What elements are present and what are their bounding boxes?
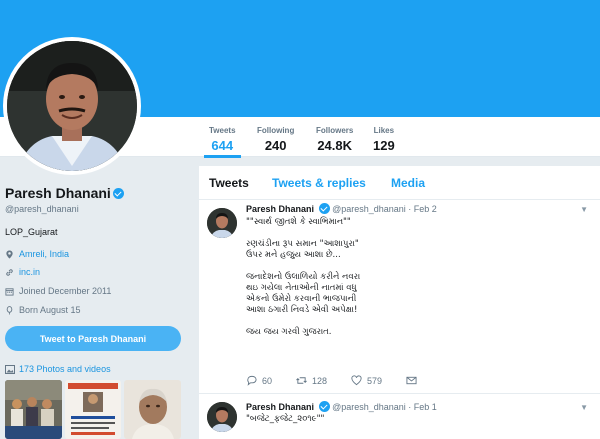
stat-label: Followers (316, 126, 354, 135)
stat-value: 644 (211, 138, 234, 153)
tweet-avatar[interactable] (207, 402, 237, 432)
media-image (124, 380, 181, 439)
profile-name[interactable]: Paresh Dhanani (5, 185, 124, 201)
verified-icon (318, 203, 330, 215)
like-action[interactable]: 579 (351, 375, 382, 386)
tweet-author-name[interactable]: Paresh Dhanani (246, 204, 314, 214)
stat-followers[interactable]: Followers 24.8K (316, 126, 353, 153)
dm-action[interactable] (406, 375, 417, 386)
calendar-icon (5, 287, 14, 296)
tweet-avatar[interactable] (207, 208, 237, 238)
tweet-author-name[interactable]: Paresh Dhanani (246, 402, 314, 412)
tab-tweets-and-replies[interactable]: Tweets & replies (272, 176, 366, 190)
tweet-header: Paresh Dhanani @paresh_dhanani · Feb 2 (246, 203, 437, 215)
stat-value: 129 (373, 138, 395, 153)
tweet-date[interactable]: · Feb 2 (408, 204, 437, 214)
reply-count: 60 (262, 375, 273, 386)
joined-text: Joined December 2011 (19, 286, 112, 296)
reply-icon (247, 375, 257, 386)
photos-videos-link[interactable]: 173 Photos and videos (5, 364, 111, 374)
media-thumbnail[interactable] (65, 380, 121, 439)
retweet-action[interactable]: 128 (296, 375, 327, 386)
tweet-author-handle[interactable]: @paresh_dhanani (332, 402, 406, 412)
profile-name-text: Paresh Dhanani (5, 185, 111, 201)
stat-following[interactable]: Following 240 (257, 126, 294, 153)
tweet-item[interactable]: Paresh Dhanani @paresh_dhanani · Feb 2 ▼… (199, 200, 600, 394)
profile-joined: Joined December 2011 (5, 286, 111, 296)
profile-location: Amreli, India (5, 249, 69, 259)
location-icon (6, 249, 13, 259)
born-text: Born August 15 (19, 305, 81, 315)
reply-action[interactable]: 60 (246, 375, 272, 386)
retweet-icon (296, 377, 307, 384)
tweet-to-button[interactable]: Tweet to Paresh Dhanani (5, 326, 181, 351)
balloon-icon (6, 305, 13, 315)
tweet-actions: 60 128 579 (246, 375, 441, 386)
stat-label: Following (257, 126, 295, 135)
website-link[interactable]: inc.in (19, 267, 40, 277)
like-count: 579 (367, 375, 383, 386)
verified-icon (112, 187, 124, 199)
photos-videos-text: 173 Photos and videos (19, 364, 111, 374)
verified-icon (318, 401, 330, 413)
stat-label: Tweets (209, 126, 236, 135)
media-thumbnail[interactable] (124, 380, 181, 439)
location-link[interactable]: Amreli, India (19, 249, 69, 259)
retweet-count: 128 (312, 375, 328, 386)
tweet-date[interactable]: · Feb 1 (408, 402, 437, 412)
caret-down-icon[interactable]: ▼ (580, 403, 588, 412)
dm-icon (406, 376, 417, 385)
timeline: Tweets Tweets & replies Media Paresh Dha… (199, 166, 600, 439)
profile-handle: @paresh_dhanani (5, 204, 79, 214)
caret-down-icon[interactable]: ▼ (580, 205, 588, 214)
avatar-image (7, 41, 137, 171)
tweet-author-handle[interactable]: @paresh_dhanani (332, 204, 406, 214)
stat-label: Likes (373, 126, 395, 135)
tab-tweets[interactable]: Tweets (209, 176, 249, 190)
tweet-item[interactable]: Paresh Dhanani @paresh_dhanani · Feb 1 ▼… (199, 394, 600, 439)
timeline-tabs: Tweets Tweets & replies Media (199, 166, 600, 200)
tweet-text: ""સ્વાર્થ જીતશે કે સ્વાભિમાન"" રણચંડીના … (246, 217, 361, 337)
stat-likes[interactable]: Likes 129 (373, 126, 395, 153)
tweet-text: "બજેટ_ફજેટ_૨૦૧૯"" (246, 414, 325, 424)
profile-website: inc.in (5, 267, 40, 277)
profile-bio: LOP_Gujarat (5, 227, 58, 237)
stat-tweets[interactable]: Tweets 644 (204, 126, 240, 158)
tweet-header: Paresh Dhanani @paresh_dhanani · Feb 1 (246, 401, 437, 413)
profile-avatar[interactable] (3, 37, 141, 175)
like-icon (351, 375, 362, 386)
photo-icon (5, 364, 15, 374)
stat-value: 24.8K (317, 138, 353, 153)
tab-media[interactable]: Media (391, 176, 425, 190)
link-icon (6, 268, 13, 276)
profile-born: Born August 15 (5, 305, 81, 315)
media-thumbnail[interactable] (5, 380, 62, 439)
media-image (5, 380, 62, 439)
media-image (65, 380, 121, 439)
stat-value: 240 (264, 138, 287, 153)
